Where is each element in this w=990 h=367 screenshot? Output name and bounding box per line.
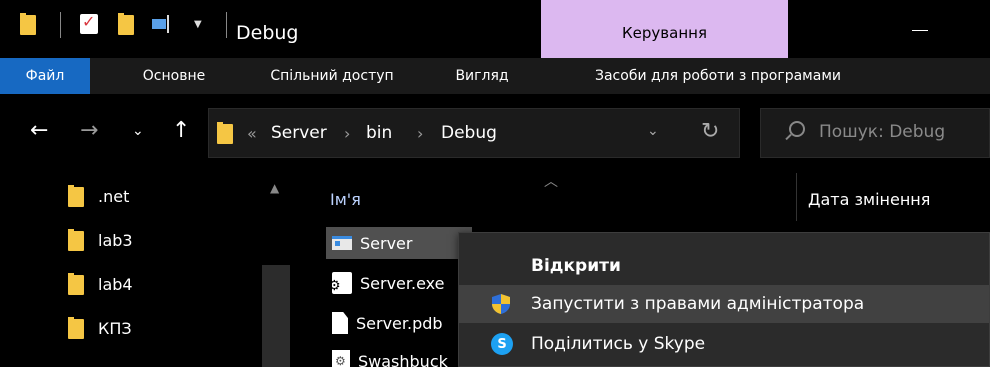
folder-icon	[68, 229, 86, 251]
scroll-up-chevron-icon[interactable]: ▲	[270, 181, 279, 195]
tab-manage[interactable]: Керування	[541, 0, 788, 58]
divider	[226, 12, 227, 38]
breadcrumb-bin[interactable]: bin	[366, 123, 392, 143]
file-name: Swashbuck	[358, 351, 448, 367]
nav-item-net[interactable]: .net	[68, 181, 129, 211]
recent-locations-chevron-icon[interactable]: ⌄	[132, 120, 144, 142]
breadcrumb-separator[interactable]: ›	[344, 124, 350, 143]
sort-ascending-icon: ︿	[544, 174, 558, 190]
column-header-date-modified[interactable]: Дата змінення	[808, 190, 930, 209]
tab-share[interactable]: Спільний доступ	[252, 58, 412, 94]
back-arrow-icon[interactable]: ←	[30, 120, 48, 142]
dll-file-icon	[332, 350, 350, 367]
customize-chevron-icon[interactable]: ▼	[194, 19, 202, 30]
ribbon-tabs: Файл Основне Спільний доступ Вигляд Засо…	[0, 58, 990, 94]
application-icon	[332, 236, 352, 250]
file-row-server-pdb[interactable]: Server.pdb	[326, 307, 443, 339]
nav-item-label: .net	[98, 186, 130, 206]
folder-icon	[217, 122, 235, 144]
menu-item-label: Відкрити	[531, 256, 621, 276]
nav-item-kpz[interactable]: КПЗ	[68, 313, 132, 343]
file-row-server[interactable]: Server	[326, 227, 472, 259]
file-name: Server.pdb	[356, 313, 443, 333]
address-dropdown-chevron-icon[interactable]: ⌄	[647, 123, 659, 139]
folder-icon	[68, 185, 86, 207]
breadcrumb-debug[interactable]: Debug	[441, 123, 497, 143]
rename-icon[interactable]	[152, 15, 172, 33]
nav-item-label: КПЗ	[98, 318, 132, 338]
properties-check-icon[interactable]	[80, 12, 98, 34]
tab-file[interactable]: Файл	[0, 58, 90, 94]
menu-item-share-skype[interactable]: S Поділитись у Skype	[459, 325, 989, 363]
menu-item-open[interactable]: Відкрити	[459, 247, 989, 285]
scrollbar-thumb[interactable]	[262, 265, 290, 367]
menu-item-label: Запустити з правами адміністратора	[531, 294, 865, 314]
breadcrumb-overflow[interactable]: «	[247, 124, 257, 143]
column-header-name[interactable]: Ім'я	[330, 190, 361, 209]
nav-item-lab4[interactable]: lab4	[68, 269, 133, 299]
column-divider[interactable]	[796, 173, 797, 221]
file-row-swashbuckle[interactable]: Swashbuck	[326, 345, 448, 367]
new-folder-icon[interactable]	[118, 13, 136, 35]
navigation-pane: ▲ .net lab3 lab4 КПЗ	[0, 173, 290, 367]
skype-icon: S	[491, 333, 513, 355]
tab-view[interactable]: Вигляд	[444, 58, 520, 94]
folder-icon	[68, 273, 86, 295]
nav-item-lab3[interactable]: lab3	[68, 225, 133, 255]
menu-item-run-as-administrator[interactable]: Запустити з правами адміністратора	[459, 285, 989, 323]
forward-arrow-icon[interactable]: →	[80, 120, 98, 142]
file-name: Server.exe	[360, 273, 445, 293]
refresh-icon[interactable]: ↻	[701, 119, 719, 144]
folder-icon	[68, 317, 86, 339]
breadcrumb-server[interactable]: Server	[271, 123, 327, 143]
navigation-bar: ← → ⌄ ↑ « Server › bin › Debug ⌄ ↻ Пошук…	[0, 94, 990, 173]
divider	[60, 12, 61, 38]
window-title: Debug	[236, 22, 299, 44]
breadcrumb-separator[interactable]: ›	[417, 124, 423, 143]
menu-item-label: Поділитись у Skype	[531, 334, 706, 354]
search-placeholder: Пошук: Debug	[819, 122, 946, 142]
address-bar[interactable]: « Server › bin › Debug ⌄ ↻	[208, 108, 740, 158]
file-name: Server	[360, 233, 413, 253]
quick-access-toolbar	[20, 10, 38, 38]
up-arrow-icon[interactable]: ↑	[172, 120, 190, 142]
nav-item-label: lab3	[98, 230, 133, 250]
tab-home[interactable]: Основне	[124, 58, 224, 94]
minimize-button[interactable]	[912, 30, 928, 31]
uac-shield-icon	[491, 293, 511, 315]
nav-item-label: lab4	[98, 274, 133, 294]
document-icon	[332, 312, 348, 334]
config-file-icon	[328, 272, 352, 294]
title-bar: ▼ Debug Керування	[0, 0, 990, 58]
file-row-server-exe[interactable]: Server.exe	[326, 267, 444, 299]
context-menu: Відкрити Запустити з правами адміністрат…	[458, 232, 990, 367]
folder-icon[interactable]	[20, 13, 38, 35]
search-icon	[789, 121, 805, 137]
tab-application-tools[interactable]: Засоби для роботи з програмами	[552, 58, 884, 94]
search-box[interactable]: Пошук: Debug	[760, 108, 990, 158]
